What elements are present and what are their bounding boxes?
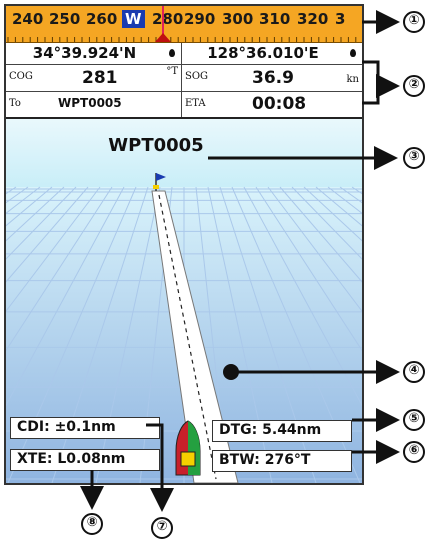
callout-arrows — [80, 10, 400, 512]
callout-3: ③ — [403, 147, 425, 169]
callout-8: ⑧ — [81, 513, 103, 535]
callout-2: ② — [403, 75, 425, 97]
callout-1: ① — [403, 11, 425, 33]
callout-7: ⑦ — [151, 517, 173, 539]
callout-6: ⑥ — [403, 441, 425, 463]
callout-4: ④ — [403, 361, 425, 383]
callout-5: ⑤ — [403, 409, 425, 431]
